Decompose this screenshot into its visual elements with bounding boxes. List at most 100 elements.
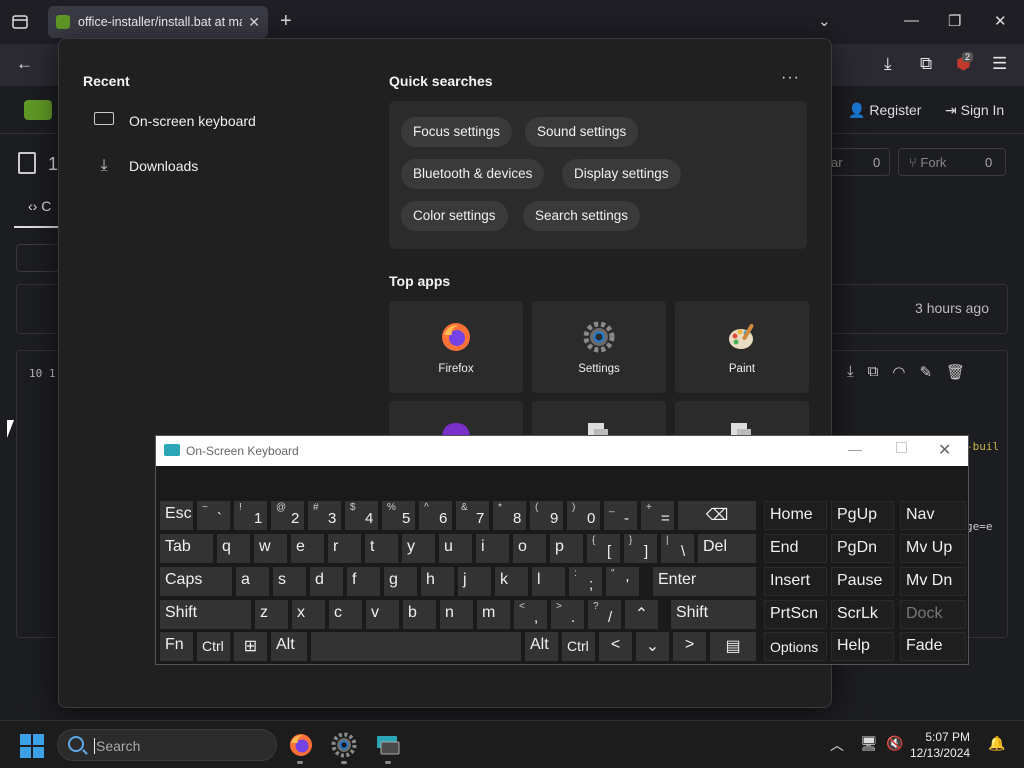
- key-1[interactable]: ! 1: [234, 501, 267, 530]
- key-t[interactable]: t: [365, 534, 398, 563]
- key-mv-up[interactable]: Mv Up: [900, 534, 966, 563]
- chip-focus-settings[interactable]: Focus settings: [401, 117, 513, 147]
- key-symbol[interactable]: :;: [569, 567, 602, 596]
- settings-gear-icon[interactable]: [331, 732, 357, 758]
- downloads-icon[interactable]: ⤓: [884, 54, 892, 74]
- key-tab[interactable]: Tab: [160, 534, 213, 563]
- start-windows-icon[interactable]: [20, 734, 44, 758]
- key-prtscn[interactable]: PrtScn: [764, 600, 827, 629]
- key-symbol[interactable]: ⌄: [636, 632, 669, 661]
- key-k[interactable]: k: [495, 567, 528, 596]
- key-symbol[interactable]: <,: [514, 600, 547, 629]
- key-insert[interactable]: Insert: [764, 567, 827, 596]
- key-c[interactable]: c: [329, 600, 362, 629]
- key-symbol[interactable]: {[: [587, 534, 620, 563]
- app-tile-firefox[interactable]: Firefox: [389, 301, 523, 393]
- key-shift[interactable]: Shift: [160, 600, 251, 629]
- key-d[interactable]: d: [310, 567, 343, 596]
- key-symbol[interactable]: ⊞: [234, 632, 267, 661]
- key-symbol[interactable]: _ -: [604, 501, 637, 530]
- key-esc[interactable]: Esc: [160, 501, 193, 530]
- more-options-icon[interactable]: ···: [781, 69, 800, 87]
- key-r[interactable]: r: [328, 534, 361, 563]
- key-alt[interactable]: Alt: [525, 632, 558, 661]
- key-o[interactable]: o: [513, 534, 546, 563]
- recent-item-on-screen-keyboard[interactable]: On-screen keyboard: [93, 112, 256, 130]
- key-pgup[interactable]: PgUp: [831, 501, 894, 530]
- key-home[interactable]: Home: [764, 501, 827, 530]
- key-dock[interactable]: Dock: [900, 600, 966, 629]
- key-ctrl[interactable]: Ctrl: [197, 632, 230, 661]
- restore-icon[interactable]: ❐: [948, 12, 961, 30]
- key-ctrl[interactable]: Ctrl: [562, 632, 595, 661]
- key-symbol[interactable]: >: [673, 632, 706, 661]
- key-y[interactable]: y: [402, 534, 435, 563]
- key-6[interactable]: ^ 6: [419, 501, 452, 530]
- key-n[interactable]: n: [440, 600, 473, 629]
- key-e[interactable]: e: [291, 534, 324, 563]
- extensions-icon[interactable]: ⧉: [920, 54, 932, 74]
- tab-code[interactable]: ‹› C: [28, 198, 51, 214]
- key-fade[interactable]: Fade: [900, 632, 966, 661]
- firefox-icon[interactable]: [288, 732, 314, 758]
- key-fn[interactable]: Fn: [160, 632, 193, 661]
- chip-sound-settings[interactable]: Sound settings: [525, 117, 639, 147]
- key-z[interactable]: z: [255, 600, 288, 629]
- key-symbol[interactable]: ⌫: [678, 501, 756, 530]
- new-tab-button[interactable]: +: [280, 10, 292, 33]
- rss-icon[interactable]: ◠: [892, 363, 905, 381]
- taskbar-search-input[interactable]: Search: [57, 729, 277, 761]
- on-screen-keyboard-icon[interactable]: [375, 732, 401, 758]
- fork-button[interactable]: ⑂ Fork 0: [898, 148, 1006, 176]
- minimize-icon[interactable]: —: [904, 12, 919, 29]
- key-4[interactable]: $4: [345, 501, 378, 530]
- key-p[interactable]: p: [550, 534, 583, 563]
- browser-tab-active[interactable]: office-installer/install.bat at ma ✕: [48, 6, 268, 38]
- chip-bluetooth-devices[interactable]: Bluetooth & devices: [401, 159, 545, 189]
- chip-search-settings[interactable]: Search settings: [523, 201, 641, 231]
- list-all-tabs-icon[interactable]: ⌄: [818, 12, 831, 30]
- app-tile-partial[interactable]: [532, 401, 666, 439]
- key-g[interactable]: g: [384, 567, 417, 596]
- key-3[interactable]: #3: [308, 501, 341, 530]
- key-space[interactable]: [311, 632, 521, 661]
- key-a[interactable]: a: [236, 567, 269, 596]
- key-0[interactable]: ) 0: [567, 501, 600, 530]
- key-x[interactable]: x: [292, 600, 325, 629]
- key-i[interactable]: i: [476, 534, 509, 563]
- key-b[interactable]: b: [403, 600, 436, 629]
- key-alt[interactable]: Alt: [271, 632, 307, 661]
- key-symbol[interactable]: >.: [551, 600, 584, 629]
- key-nav[interactable]: Nav: [900, 501, 966, 530]
- key-7[interactable]: & 7: [456, 501, 489, 530]
- key-8[interactable]: * 8: [493, 501, 526, 530]
- key-mv-dn[interactable]: Mv Dn: [900, 567, 966, 596]
- menu-icon[interactable]: ☰: [992, 54, 1007, 74]
- key-v[interactable]: v: [366, 600, 399, 629]
- key-scrlk[interactable]: ScrLk: [831, 600, 894, 629]
- key-symbol[interactable]: <: [599, 632, 632, 661]
- back-icon[interactable]: ←: [16, 54, 33, 74]
- gitea-logo-icon[interactable]: [24, 100, 52, 120]
- tab-list-icon[interactable]: [10, 12, 30, 32]
- minimize-icon[interactable]: —: [848, 441, 862, 457]
- key-2[interactable]: @2: [271, 501, 304, 530]
- key-q[interactable]: q: [217, 534, 250, 563]
- key-symbol[interactable]: ? /: [588, 600, 621, 629]
- key-pause[interactable]: Pause: [831, 567, 894, 596]
- app-tile-paint[interactable]: Paint: [675, 301, 809, 393]
- key-options[interactable]: Options: [764, 632, 827, 661]
- maximize-icon[interactable]: [896, 442, 907, 453]
- key-enter[interactable]: Enter: [653, 567, 756, 596]
- sign-in-link[interactable]: ⇥ Sign In: [945, 102, 1004, 119]
- app-tile-partial[interactable]: [675, 401, 809, 439]
- key-symbol[interactable]: ~ `: [197, 501, 230, 530]
- branch-selector[interactable]: [16, 244, 60, 272]
- clock[interactable]: 5:07 PM 12/13/2024: [910, 729, 970, 761]
- notifications-bell-icon[interactable]: 🔔: [988, 735, 1005, 752]
- key-symbol[interactable]: | \: [661, 534, 694, 563]
- recent-item-downloads[interactable]: ⤓ Downloads: [93, 157, 198, 175]
- register-link[interactable]: 👤 Register: [848, 102, 921, 119]
- delete-icon[interactable]: 🗑: [946, 363, 965, 381]
- volume-muted-icon[interactable]: 🔇: [886, 735, 903, 752]
